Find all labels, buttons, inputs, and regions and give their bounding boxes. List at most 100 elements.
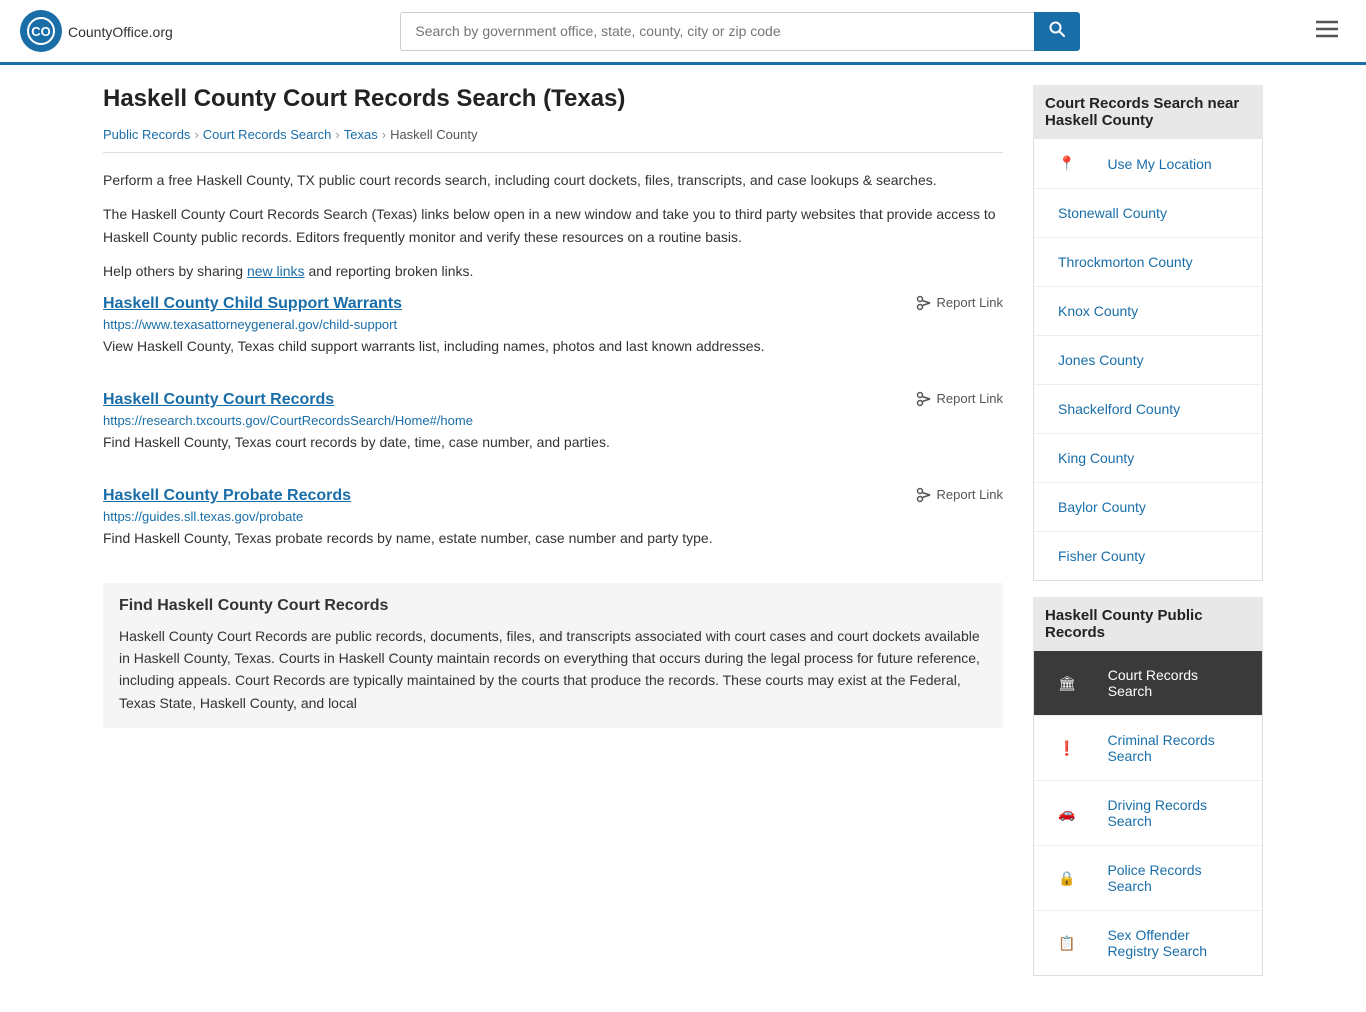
public-records-list-item: 🏛 Court Records Search: [1034, 651, 1262, 716]
nearby-item-label: Shackelford County: [1046, 393, 1192, 425]
public-records-icon: 🔒: [1046, 862, 1087, 895]
public-records-section: Haskell County Public Records 🏛 Court Re…: [1033, 597, 1263, 976]
breadcrumb-public-records[interactable]: Public Records: [103, 127, 190, 142]
nearby-section: Court Records Search near Haskell County…: [1033, 85, 1263, 581]
nearby-list-item: 📍 Use My Location: [1034, 139, 1262, 189]
report-link-button[interactable]: Report Link: [916, 391, 1003, 407]
public-records-list-item: 🚗 Driving Records Search: [1034, 781, 1262, 846]
scissors-icon: [916, 295, 932, 311]
nearby-header: Court Records Search near Haskell County: [1033, 85, 1263, 139]
nearby-list-item: Throckmorton County: [1034, 238, 1262, 287]
public-records-link[interactable]: 🚗 Driving Records Search: [1034, 781, 1262, 845]
public-records-label: Court Records Search: [1096, 659, 1250, 707]
public-records-icon: 🏛: [1046, 667, 1088, 700]
site-header: CO CountyOffice.org: [0, 0, 1366, 65]
public-records-list-item: 🔒 Police Records Search: [1034, 846, 1262, 911]
public-records-link[interactable]: 📋 Sex Offender Registry Search: [1034, 911, 1262, 975]
record-title-link[interactable]: Haskell County Child Support Warrants: [103, 295, 402, 313]
nearby-county-link[interactable]: Jones County: [1034, 336, 1262, 384]
nearby-county-link[interactable]: Stonewall County: [1034, 189, 1262, 237]
description-para-1: Perform a free Haskell County, TX public…: [103, 169, 1003, 191]
nearby-county-link[interactable]: King County: [1034, 434, 1262, 482]
nearby-county-link[interactable]: Knox County: [1034, 287, 1262, 335]
report-link-button[interactable]: Report Link: [916, 295, 1003, 311]
public-records-link[interactable]: 🏛 Court Records Search: [1034, 651, 1262, 715]
record-desc: Find Haskell County, Texas probate recor…: [103, 528, 1003, 549]
new-links-link[interactable]: new links: [247, 263, 305, 279]
record-item: Haskell County Child Support Warrants Re…: [103, 295, 1003, 367]
nearby-item-label: Throckmorton County: [1046, 246, 1205, 278]
find-section-desc: Haskell County Court Records are public …: [119, 625, 987, 715]
record-list: Haskell County Child Support Warrants Re…: [103, 295, 1003, 559]
nearby-list-item: Baylor County: [1034, 483, 1262, 532]
public-records-link[interactable]: ❗ Criminal Records Search: [1034, 716, 1262, 780]
nearby-item-label: King County: [1046, 442, 1146, 474]
nearby-county-link[interactable]: Fisher County: [1034, 532, 1262, 580]
description-para-2: The Haskell County Court Records Search …: [103, 203, 1003, 248]
nearby-list-item: Fisher County: [1034, 532, 1262, 580]
breadcrumb-current: Haskell County: [390, 127, 477, 142]
public-records-header: Haskell County Public Records: [1033, 597, 1263, 651]
public-records-label: Driving Records Search: [1095, 789, 1250, 837]
page-title: Haskell County Court Records Search (Tex…: [103, 85, 1003, 113]
record-title-row: Haskell County Child Support Warrants Re…: [103, 295, 1003, 313]
record-title-row: Haskell County Probate Records Report Li…: [103, 487, 1003, 505]
description-para-3: Help others by sharing new links and rep…: [103, 260, 1003, 282]
breadcrumb-sep-2: ›: [335, 127, 339, 142]
search-icon: [1049, 21, 1065, 37]
main-container: Haskell County Court Records Search (Tex…: [83, 65, 1283, 1012]
nearby-item-label: Baylor County: [1046, 491, 1158, 523]
record-url: https://research.txcourts.gov/CourtRecor…: [103, 413, 1003, 428]
public-records-link[interactable]: 🔒 Police Records Search: [1034, 846, 1262, 910]
scissors-icon: [916, 391, 932, 407]
nearby-county-link[interactable]: Baylor County: [1034, 483, 1262, 531]
nearby-item-label: Knox County: [1046, 295, 1150, 327]
record-item: Haskell County Court Records Report Link…: [103, 391, 1003, 463]
public-records-list-item: ❗ Criminal Records Search: [1034, 716, 1262, 781]
content-area: Haskell County Court Records Search (Tex…: [103, 85, 1003, 992]
nearby-item-label: Use My Location: [1095, 148, 1223, 180]
report-link-button[interactable]: Report Link: [916, 487, 1003, 503]
record-title-link[interactable]: Haskell County Court Records: [103, 391, 334, 409]
public-records-list: 🏛 Court Records Search ❗ Criminal Record…: [1033, 651, 1263, 976]
public-records-icon: ❗: [1046, 732, 1087, 765]
nearby-list-item: Knox County: [1034, 287, 1262, 336]
search-button[interactable]: [1034, 12, 1080, 51]
public-records-label: Criminal Records Search: [1095, 724, 1250, 772]
nearby-list-item: Shackelford County: [1034, 385, 1262, 434]
sidebar: Court Records Search near Haskell County…: [1033, 85, 1263, 992]
nearby-list-item: Stonewall County: [1034, 189, 1262, 238]
record-url: https://guides.sll.texas.gov/probate: [103, 509, 1003, 524]
breadcrumb-texas[interactable]: Texas: [344, 127, 378, 142]
public-records-label: Sex Offender Registry Search: [1095, 919, 1250, 967]
use-my-location-link[interactable]: 📍 Use My Location: [1034, 139, 1262, 188]
breadcrumb-sep-3: ›: [382, 127, 386, 142]
nearby-item-label: Jones County: [1046, 344, 1156, 376]
breadcrumb-court-records-search[interactable]: Court Records Search: [203, 127, 332, 142]
record-title-link[interactable]: Haskell County Probate Records: [103, 487, 351, 505]
logo-text: CountyOffice.org: [68, 20, 173, 43]
nearby-list-item: Jones County: [1034, 336, 1262, 385]
site-logo[interactable]: CO CountyOffice.org: [20, 10, 173, 52]
public-records-icon: 🚗: [1046, 797, 1087, 830]
record-desc: View Haskell County, Texas child support…: [103, 336, 1003, 357]
nearby-county-link[interactable]: Shackelford County: [1034, 385, 1262, 433]
nearby-list: 📍 Use My Location Stonewall County Throc…: [1033, 139, 1263, 581]
find-section-title: Find Haskell County Court Records: [119, 597, 987, 615]
public-records-icon: 📋: [1046, 927, 1087, 960]
nearby-list-item: King County: [1034, 434, 1262, 483]
search-area: [400, 12, 1080, 51]
record-title-row: Haskell County Court Records Report Link: [103, 391, 1003, 409]
search-input[interactable]: [400, 12, 1034, 51]
scissors-icon: [916, 487, 932, 503]
breadcrumb-sep-1: ›: [194, 127, 198, 142]
record-item: Haskell County Probate Records Report Li…: [103, 487, 1003, 559]
nearby-item-label: Stonewall County: [1046, 197, 1179, 229]
find-section: Find Haskell County Court Records Haskel…: [103, 583, 1003, 729]
logo-icon: CO: [20, 10, 62, 52]
public-records-label: Police Records Search: [1095, 854, 1250, 902]
nearby-county-link[interactable]: Throckmorton County: [1034, 238, 1262, 286]
breadcrumb: Public Records › Court Records Search › …: [103, 127, 1003, 153]
location-icon: 📍: [1046, 147, 1087, 180]
hamburger-menu-button[interactable]: [1308, 14, 1346, 48]
